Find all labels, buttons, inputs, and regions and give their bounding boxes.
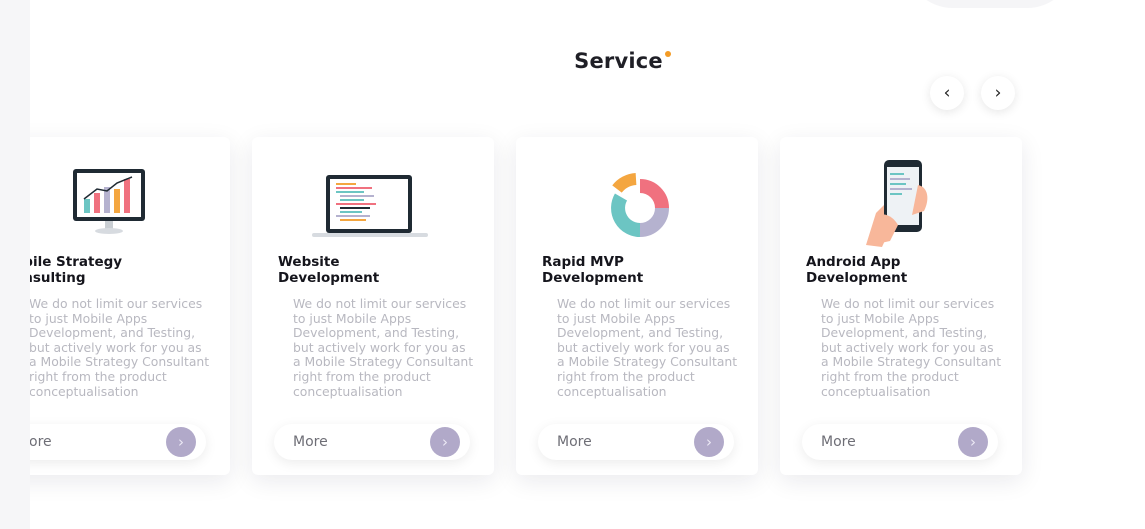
donut-chart-icon (516, 155, 758, 255)
service-title: Android App Development (806, 254, 908, 286)
service-card: Android App Development We do not limit … (780, 137, 1022, 475)
chevron-right-icon: › (958, 427, 988, 457)
more-button[interactable]: ore › (10, 424, 206, 460)
carousel-prev-button[interactable]: ‹ (930, 76, 964, 110)
chevron-right-icon: › (430, 427, 460, 457)
more-button[interactable]: More › (802, 424, 998, 460)
section-title: Service (0, 49, 1145, 73)
service-card: Rapid MVP Development We do not limit ou… (516, 137, 758, 475)
service-description: We do not limit our services to just Mob… (293, 296, 474, 399)
service-title: Website Development (278, 254, 380, 286)
more-button[interactable]: More › (538, 424, 734, 460)
more-button[interactable]: More › (274, 424, 470, 460)
more-button-label: More (293, 434, 328, 450)
decorative-blob (905, 0, 1075, 8)
more-button-label: More (821, 434, 856, 450)
more-button-label: ore (29, 434, 52, 450)
laptop-code-icon (252, 155, 494, 255)
chevron-left-icon: ‹ (943, 83, 951, 103)
hand-phone-icon (780, 155, 1022, 255)
service-title: Rapid MVP Development (542, 254, 644, 286)
service-description: We do not limit our services to just Mob… (29, 296, 210, 399)
service-title: obile Strategy onsulting (14, 254, 123, 286)
service-card: Website Development We do not limit our … (252, 137, 494, 475)
service-card: obile Strategy onsulting We do not limit… (0, 137, 230, 475)
service-description: We do not limit our services to just Mob… (557, 296, 738, 399)
chevron-right-icon: › (994, 83, 1002, 103)
chevron-right-icon: › (694, 427, 724, 457)
carousel-next-button[interactable]: › (981, 76, 1015, 110)
accent-dot-icon (664, 51, 671, 58)
service-description: We do not limit our services to just Mob… (821, 296, 1002, 399)
page-left-edge (0, 0, 30, 529)
chevron-right-icon: › (166, 427, 196, 457)
monitor-chart-icon (0, 155, 230, 255)
more-button-label: More (557, 434, 592, 450)
